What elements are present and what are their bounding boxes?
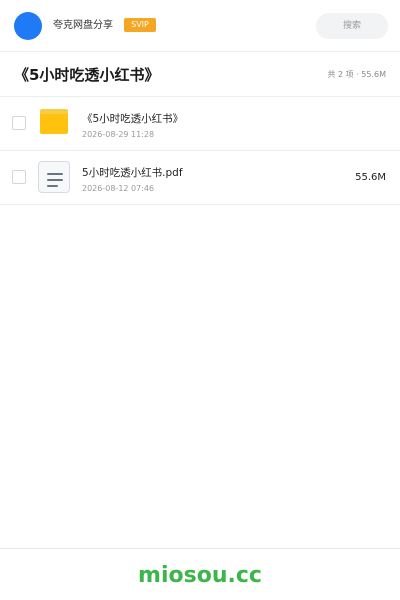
item-summary: 共 2 项 · 55.6M (327, 70, 386, 79)
folder-header: 《5小时吃透小红书》 共 2 项 · 55.6M (0, 53, 400, 97)
file-name[interactable]: 《5小时吃透小红书》 (82, 112, 183, 126)
page-title: 《5小时吃透小红书》 (14, 66, 160, 84)
list-item[interactable]: 《5小时吃透小红书》 2026-08-29 11:28 (0, 97, 400, 151)
file-list: 《5小时吃透小红书》 2026-08-29 11:28 5小时吃透小红书.pdf… (0, 97, 400, 205)
svip-badge: SVIP (124, 18, 156, 32)
folder-icon (38, 107, 70, 139)
avatar[interactable] (14, 12, 42, 40)
document-icon (38, 161, 70, 193)
footer: miosou.cc (0, 548, 400, 600)
file-size: 55.6M (355, 172, 386, 183)
search-input[interactable]: 搜索 (316, 13, 388, 39)
watermark-brand: miosou.cc (138, 563, 262, 588)
file-date: 2026-08-29 11:28 (82, 130, 155, 139)
select-checkbox[interactable] (12, 170, 26, 184)
file-date: 2026-08-12 07:46 (82, 184, 155, 193)
file-name[interactable]: 5小时吃透小红书.pdf (82, 166, 183, 180)
top-header: 夸克网盘分享 SVIP 搜索 (0, 0, 400, 52)
list-item[interactable]: 5小时吃透小红书.pdf 2026-08-12 07:46 55.6M (0, 151, 400, 205)
app-name: 夸克网盘分享 (53, 20, 113, 31)
select-checkbox[interactable] (12, 116, 26, 130)
